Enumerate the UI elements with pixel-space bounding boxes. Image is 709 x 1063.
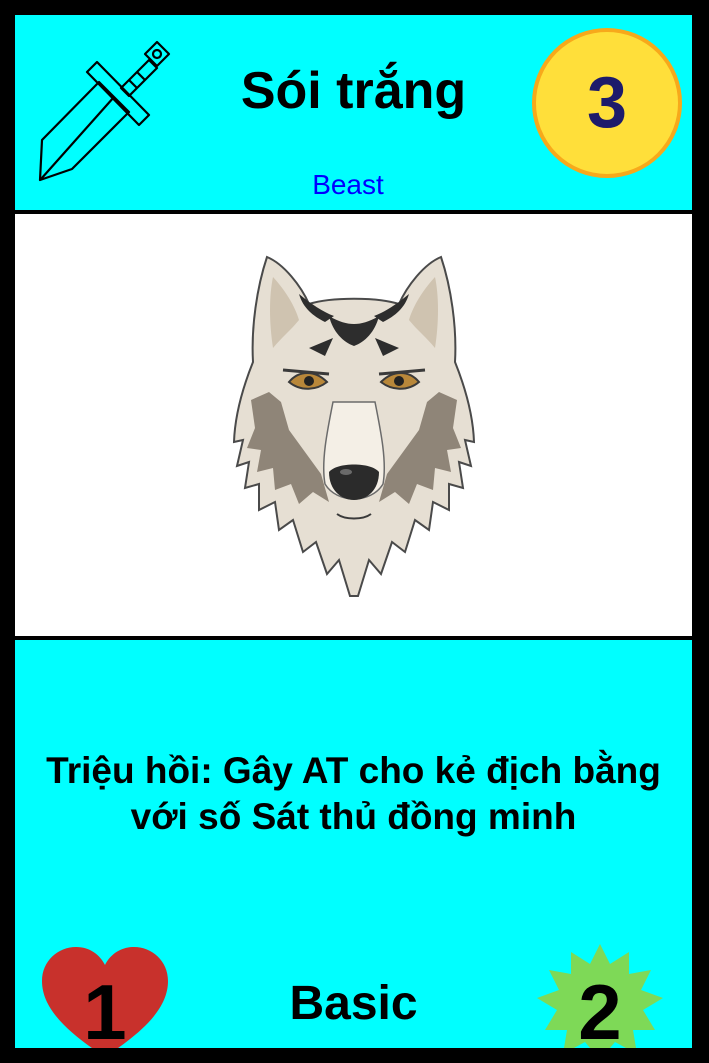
wolf-head-illustration [232,255,476,597]
card-tribe: Beast [312,169,384,200]
mana-cost-value: 3 [586,63,628,143]
ability-text: Triệu hồi: Gây AT cho kẻ địch bằng với s… [46,750,661,837]
game-card[interactable]: Sói trắng Beast 3 Triệu hồi: Gây AT cho … [0,0,709,1063]
card-header: Sói trắng Beast 3 [15,15,692,210]
mana-cost-badge: 3 [532,28,682,178]
card-art [15,214,692,636]
card-text-panel: Triệu hồi: Gây AT cho kẻ địch bằng với s… [15,640,692,1048]
attack-value: 2 [578,968,622,1048]
